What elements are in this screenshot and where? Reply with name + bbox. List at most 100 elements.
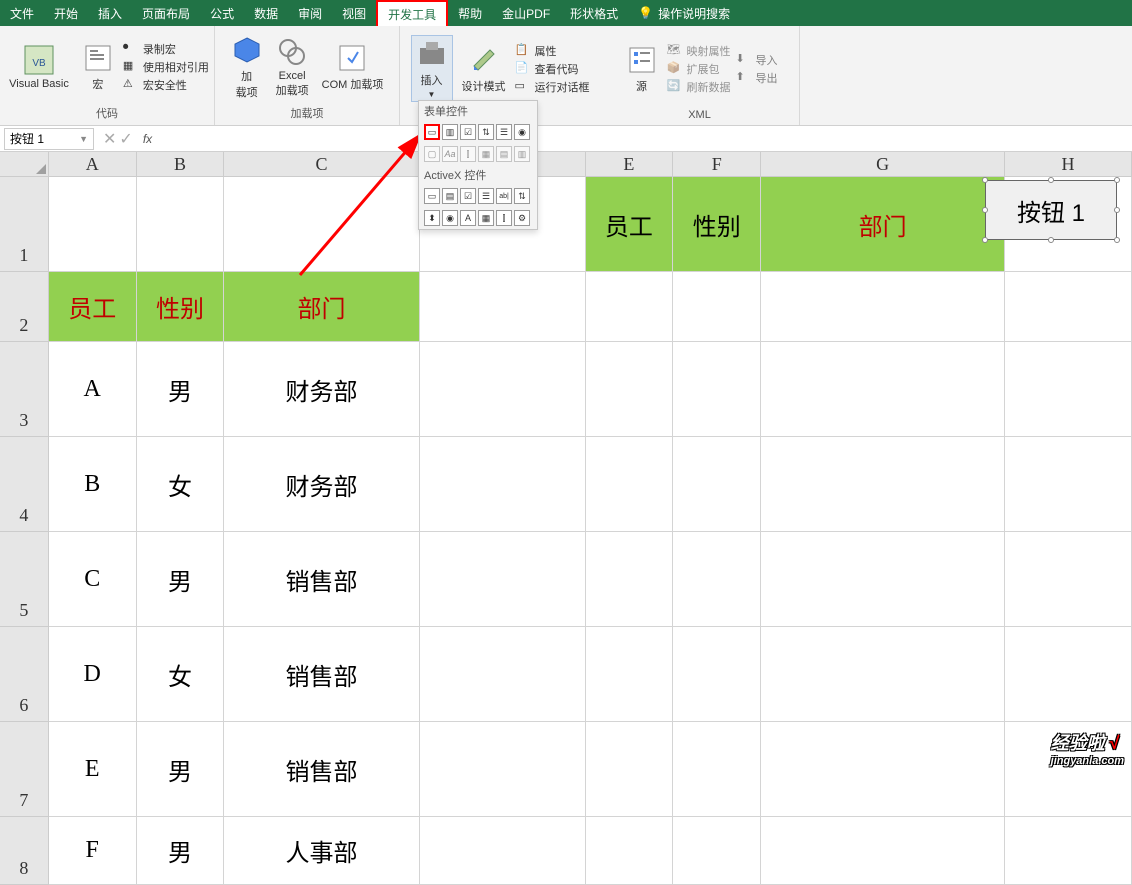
ax-combobox-icon[interactable]: ab| [496, 188, 512, 204]
ax-label-icon[interactable]: A [460, 210, 476, 226]
form-label-icon[interactable]: Aa [442, 146, 458, 162]
menu-view[interactable]: 视图 [332, 1, 376, 26]
cell-A7[interactable]: E [49, 722, 137, 817]
cell-H2[interactable] [1005, 272, 1132, 342]
cell-G8[interactable] [761, 817, 1005, 885]
properties-button[interactable]: 📋属性 [515, 43, 590, 59]
row-header-2[interactable]: 2 [0, 272, 49, 342]
col-header-A[interactable]: A [49, 152, 137, 177]
menu-data[interactable]: 数据 [244, 1, 288, 26]
cell-H5[interactable] [1005, 532, 1132, 627]
cell-F7[interactable] [673, 722, 761, 817]
cell-A4[interactable]: B [49, 437, 137, 532]
design-mode-button[interactable]: 设计模式 [458, 42, 510, 96]
resize-handle-tr[interactable] [1114, 177, 1120, 183]
row-header-8[interactable]: 8 [0, 817, 49, 885]
cell-E5[interactable] [586, 532, 674, 627]
source-button[interactable]: 源 [622, 42, 662, 96]
cell-C3[interactable]: 财务部 [224, 342, 419, 437]
cell-C2[interactable]: 部门 [224, 272, 419, 342]
cell-E3[interactable] [586, 342, 674, 437]
cancel-icon[interactable]: ✕ [103, 129, 116, 149]
cell-D5[interactable] [420, 532, 586, 627]
ax-image-icon[interactable]: ▦ [478, 210, 494, 226]
ax-scrollbar-icon[interactable]: ⫿ [496, 210, 512, 226]
col-header-E[interactable]: E [586, 152, 674, 177]
cell-G2[interactable] [761, 272, 1005, 342]
cell-G6[interactable] [761, 627, 1005, 722]
form-scrollbar-icon[interactable]: ⫿ [460, 146, 476, 162]
cell-D7[interactable] [420, 722, 586, 817]
form-listbox-icon[interactable]: ☰ [496, 124, 512, 140]
cell-A5[interactable]: C [49, 532, 137, 627]
cell-E4[interactable] [586, 437, 674, 532]
resize-handle-mr[interactable] [1114, 207, 1120, 213]
col-header-C[interactable]: C [224, 152, 419, 177]
com-addin-button[interactable]: COM 加载项 [318, 40, 388, 94]
cell-E8[interactable] [586, 817, 674, 885]
cell-A2[interactable]: 员工 [49, 272, 137, 342]
menu-help[interactable]: 帮助 [448, 1, 492, 26]
cell-A8[interactable]: F [49, 817, 137, 885]
resize-handle-ml[interactable] [982, 207, 988, 213]
row-header-4[interactable]: 4 [0, 437, 49, 532]
ax-radio-icon[interactable]: ◉ [442, 210, 458, 226]
cell-E2[interactable] [586, 272, 674, 342]
menu-formulas[interactable]: 公式 [200, 1, 244, 26]
resize-handle-bl[interactable] [982, 237, 988, 243]
row-header-1[interactable]: 1 [0, 177, 49, 272]
cell-C4[interactable]: 财务部 [224, 437, 419, 532]
cell-G5[interactable] [761, 532, 1005, 627]
cell-C5[interactable]: 销售部 [224, 532, 419, 627]
excel-addin-button[interactable]: Excel 加载项 [272, 34, 313, 100]
cell-F5[interactable] [673, 532, 761, 627]
addin-button[interactable]: 加 载项 [227, 32, 267, 102]
col-header-G[interactable]: G [761, 152, 1005, 177]
col-header-F[interactable]: F [673, 152, 761, 177]
cell-A6[interactable]: D [49, 627, 137, 722]
cell-D6[interactable] [420, 627, 586, 722]
import-button[interactable]: ⬇导入 [736, 52, 778, 68]
cell-B5[interactable]: 男 [137, 532, 225, 627]
cell-H3[interactable] [1005, 342, 1132, 437]
cell-A1[interactable] [49, 177, 137, 272]
cell-F2[interactable] [673, 272, 761, 342]
enter-icon[interactable]: ✓ [119, 129, 132, 149]
cell-B4[interactable]: 女 [137, 437, 225, 532]
cell-B3[interactable]: 男 [137, 342, 225, 437]
macro-security-button[interactable]: ⚠宏安全性 [123, 77, 209, 93]
cell-B6[interactable]: 女 [137, 627, 225, 722]
cell-D2[interactable] [420, 272, 586, 342]
cell-G4[interactable] [761, 437, 1005, 532]
fx-icon[interactable]: fx [138, 132, 157, 146]
cell-G3[interactable] [761, 342, 1005, 437]
resize-handle-tc[interactable] [1048, 177, 1054, 183]
cell-F1[interactable]: 性别 [673, 177, 761, 272]
cell-E7[interactable] [586, 722, 674, 817]
refresh-button[interactable]: 🔄刷新数据 [667, 79, 731, 95]
map-props-button[interactable]: 🗺映射属性 [667, 43, 731, 59]
form-combobox-icon[interactable]: ▥ [442, 124, 458, 140]
ax-more-icon[interactable]: ⚙ [514, 210, 530, 226]
cell-C6[interactable]: 销售部 [224, 627, 419, 722]
form-button-1[interactable]: 按钮 1 [985, 180, 1117, 240]
cell-E6[interactable] [586, 627, 674, 722]
menu-review[interactable]: 审阅 [288, 1, 332, 26]
expansion-button[interactable]: 📦扩展包 [667, 61, 731, 77]
visual-basic-button[interactable]: VB Visual Basic [5, 42, 73, 92]
menu-pagelayout[interactable]: 页面布局 [132, 1, 200, 26]
name-box[interactable]: 按钮 1 ▼ [4, 128, 94, 150]
cell-D8[interactable] [420, 817, 586, 885]
run-dialog-button[interactable]: ▭运行对话框 [515, 79, 590, 95]
cell-G7[interactable] [761, 722, 1005, 817]
cell-H4[interactable] [1005, 437, 1132, 532]
tell-me[interactable]: 💡 操作说明搜索 [638, 5, 730, 22]
row-header-6[interactable]: 6 [0, 627, 49, 722]
ax-button-icon[interactable]: ▭ [424, 188, 440, 204]
cell-H6[interactable] [1005, 627, 1132, 722]
form-spinner-icon[interactable]: ⇅ [478, 124, 494, 140]
cell-D3[interactable] [420, 342, 586, 437]
formula-input[interactable] [157, 128, 1132, 150]
view-code-button[interactable]: 📄查看代码 [515, 61, 590, 77]
cell-B2[interactable]: 性别 [137, 272, 225, 342]
